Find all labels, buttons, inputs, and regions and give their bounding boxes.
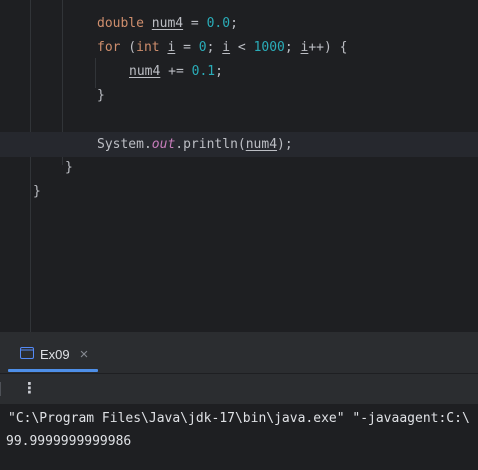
punctuation: ++) { [308,40,348,55]
operator: < [230,40,254,55]
indent-guide [95,58,96,88]
type-keyword: int [136,40,160,55]
punctuation: ; [230,16,238,31]
console-line: 99.9999999999986 [6,434,132,449]
variable: num4 [151,16,184,31]
code-line[interactable]: num4 += 0.1; [129,60,223,84]
run-tab-bar: Ex09 × [0,332,478,374]
number-literal: 0 [198,40,207,55]
operator: = [183,16,207,31]
run-tab-label: Ex09 [40,346,70,362]
operator: = [175,40,199,55]
closing-brace: } [33,184,41,199]
punctuation: ); [277,137,293,152]
code-line[interactable]: } [65,156,73,180]
toolbar-separator [0,382,1,396]
close-icon[interactable]: × [80,346,89,363]
class-name: System [97,137,144,152]
method-call: .println( [175,137,246,152]
punctuation: ( [120,40,137,55]
console-output[interactable]: "C:\Program Files\Java\jdk-17\bin\java.e… [0,405,478,470]
number-literal: 0.0 [206,16,231,31]
for-keyword: for [97,40,121,55]
closing-brace: } [97,88,105,103]
code-editor[interactable]: double num4 = 0.0; for (int i = 0; i < 1… [0,0,478,332]
static-field: out [151,137,176,152]
variable: i [222,40,231,55]
operator: += [160,64,192,79]
code-line[interactable]: for (int i = 0; i < 1000; i++) { [97,36,348,60]
number-literal: 0.1 [191,64,216,79]
active-tab-indicator [8,369,98,372]
code-line[interactable]: } [33,180,41,204]
console-icon [20,346,34,362]
code-line[interactable]: double num4 = 0.0; [97,12,238,36]
punctuation: ; [215,64,223,79]
code-line[interactable]: System.out.println(num4); [97,133,293,157]
closing-brace: } [65,160,73,175]
run-tab[interactable]: Ex09 × [20,344,88,364]
variable: num4 [245,137,278,152]
indent-guide [30,0,31,332]
type-keyword: double [97,16,144,31]
variable: num4 [129,64,161,79]
punctuation: ; [284,40,301,55]
run-toolbar: ⋮ [0,374,478,405]
console-line: "C:\Program Files\Java\jdk-17\bin\java.e… [8,411,470,426]
punctuation: ; [206,40,223,55]
number-literal: 1000 [253,40,285,55]
more-options-icon[interactable]: ⋮ [22,379,37,397]
code-line[interactable]: } [97,84,105,108]
punctuation: . [143,137,152,152]
run-tool-window: Ex09 × ⋮ "C:\Program Files\Java\jdk-17\b… [0,332,478,470]
